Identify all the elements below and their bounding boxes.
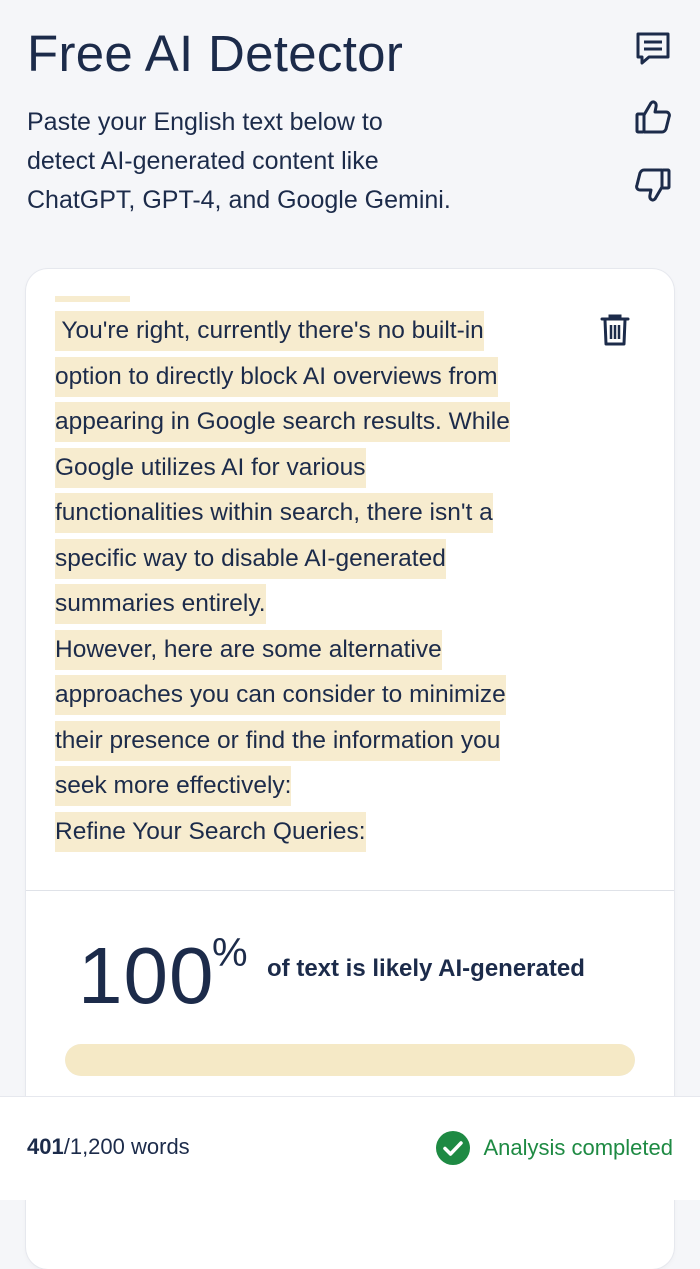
check-circle-icon <box>436 1131 471 1165</box>
text-line: However, here are some alternative <box>55 627 615 673</box>
words-total: /1,200 words <box>63 1134 190 1159</box>
side-actions <box>634 30 674 234</box>
result-panel: 100 % of text is likely AI-generated <box>26 891 674 1111</box>
input-text[interactable]: You're right, currently there's no built… <box>55 308 615 854</box>
text-line: seek more effectively: <box>55 763 615 809</box>
thumbs-down-icon[interactable] <box>634 166 672 204</box>
ai-progress-fill <box>65 1044 635 1076</box>
text-line: specific way to disable AI-generated <box>55 536 615 582</box>
text-line: You're right, currently there's no built… <box>55 308 615 354</box>
text-line: their presence or find the information y… <box>55 718 615 764</box>
thumbs-up-icon[interactable] <box>634 98 672 136</box>
subtitle-line: detect AI-generated content like <box>27 147 379 175</box>
text-line: summaries entirely. <box>55 581 615 627</box>
ai-progress-bar <box>65 1044 635 1076</box>
subtitle-line: Paste your English text below to <box>27 108 383 136</box>
text-line: appearing in Google search results. Whil… <box>55 399 615 445</box>
text-input-area[interactable]: You're right, currently there's no built… <box>26 269 674 889</box>
status-text: Analysis completed <box>483 1135 673 1160</box>
header: Free AI Detector Paste your English text… <box>0 0 700 260</box>
ai-percentage: 100 <box>78 931 215 1020</box>
words-used: 401 <box>27 1134 64 1159</box>
feedback-icon[interactable] <box>634 30 672 68</box>
analysis-status: Analysis completed <box>435 1130 673 1166</box>
percentage-label: of text is likely AI-generated <box>267 955 585 982</box>
text-line: functionalities within search, there isn… <box>55 490 615 536</box>
page-title: Free AI Detector <box>27 25 404 82</box>
text-line: approaches you can consider to minimize <box>55 672 615 718</box>
highlight-fragment <box>55 296 130 302</box>
page-subtitle: Paste your English text below to detect … <box>27 103 497 220</box>
text-line: option to directly block AI overviews fr… <box>55 354 615 400</box>
trash-icon[interactable] <box>600 313 630 347</box>
text-line: Google utilizes AI for various <box>55 445 615 491</box>
footer-bar: 401/1,200 words Analysis completed <box>0 1097 700 1200</box>
word-count: 401/1,200 words <box>27 1133 190 1161</box>
subtitle-line: ChatGPT, GPT-4, and Google Gemini. <box>27 186 451 214</box>
percent-sign: % <box>212 931 248 975</box>
text-line: Refine Your Search Queries: <box>55 809 615 855</box>
